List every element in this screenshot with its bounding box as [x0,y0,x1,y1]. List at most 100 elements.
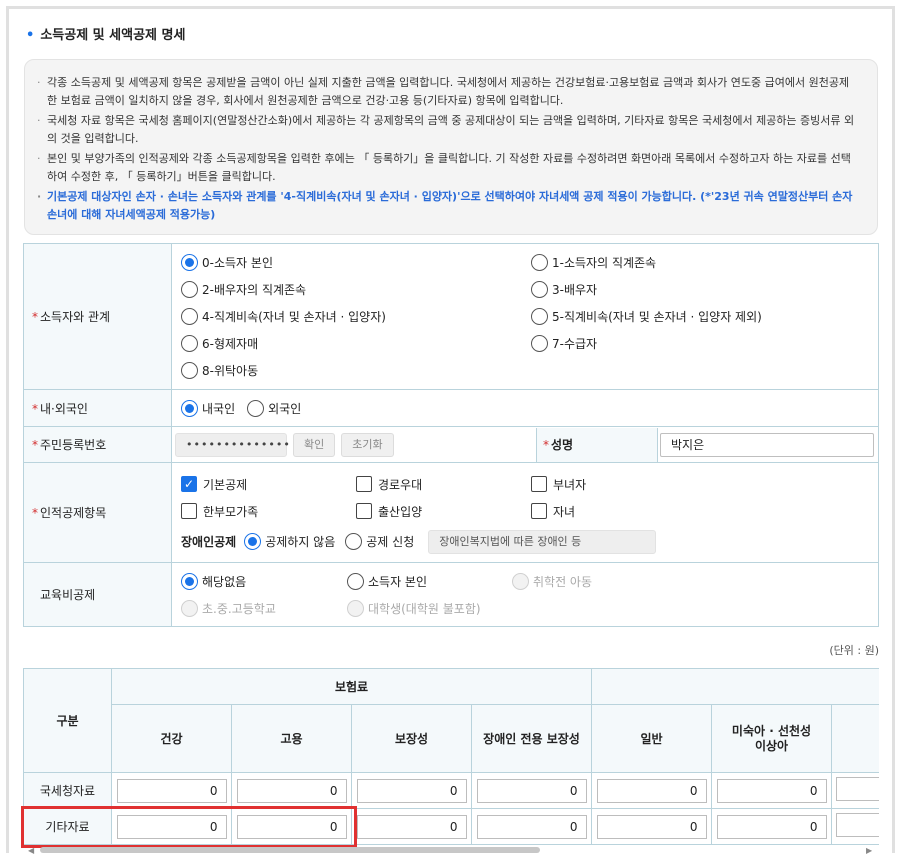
radio-icon [531,254,548,271]
notice-item: · 각종 소득공제 및 세액공제 항목은 공제받을 금액이 아닌 실제 지출한 금… [37,76,850,107]
checkbox-icon [356,476,372,492]
cell: 0 [711,808,832,845]
amount-input[interactable]: 0 [356,778,467,803]
check-senior[interactable]: 경로우대 [356,471,531,498]
edu-option-school: 초.중.고등학교 [181,595,347,622]
cell: 0 [111,772,232,809]
radio-icon [181,335,198,352]
radio-domestic[interactable]: 내국인 [181,395,235,422]
radio-icon [345,533,363,550]
education-label: 교육비공제 [23,562,172,627]
highlight-box [21,806,357,848]
relation-option-5[interactable]: 5-직계비속(자녀 및 손자녀 · 입양자 제외) [531,303,861,330]
education-options: 해당없음 소득자 본인 취학전 아동 초.중.고등학교 대학생(대학원 불포함) [171,562,879,627]
deduction-form: * 소득자와 관계 0-소득자 본인 1-소득자의 직계존속 2-배우자의 직계존… [23,243,879,627]
amount-input[interactable]: 0 [356,814,467,839]
relation-options: 0-소득자 본인 1-소득자의 직계존속 2-배우자의 직계존속 3-배우자 4… [171,243,879,390]
col-disabled-protection: 장애인 전용 보장성 [471,704,592,773]
relation-option-6[interactable]: 6-형제자매 [181,330,531,357]
group-insurance: 보험료 [111,668,592,705]
rrn-label: * 주민등록번호 [23,426,172,463]
amount-input[interactable] [836,777,879,801]
checkmark-icon: ✓ [181,476,197,492]
personal-options: ✓ 기본공제 경로우대 부녀자 한부모가족 출산입양 자녀 장애인공제 공제하지 … [171,462,879,563]
radio-disabled-none[interactable]: 공제하지 않음 [244,528,335,555]
scroll-left-icon[interactable]: ◀ [28,846,34,855]
bullet-icon: · [37,114,41,127]
col-health: 건강 [111,704,232,773]
check-basic[interactable]: ✓ 기본공제 [181,471,356,498]
cell: 0 [471,772,592,809]
disabled-type-select[interactable]: 장애인복지법에 따른 장애인 등 [428,529,657,554]
radio-icon [181,572,198,590]
personal-label: * 인적공제항목 [23,462,172,563]
checkbox-icon [531,503,547,519]
check-birth-adoption[interactable]: 출산입양 [356,498,531,525]
edu-option-none[interactable]: 해당없음 [181,568,347,595]
unit-label: (단위 : 원) [829,644,879,657]
amount-input[interactable]: 0 [236,778,347,803]
amount-input[interactable]: 0 [596,814,707,839]
amount-input[interactable]: 0 [476,778,587,803]
cell [831,772,879,809]
relation-label: * 소득자와 관계 [23,243,172,390]
cell: 0 [471,808,592,845]
amount-input[interactable]: 0 [596,778,707,803]
radio-icon [531,281,548,298]
relation-option-0[interactable]: 0-소득자 본인 [181,249,531,276]
row-header: 구분 [23,668,112,773]
radio-icon [181,281,198,298]
radio-icon [247,399,265,417]
check-woman[interactable]: 부녀자 [531,471,706,498]
cell: 0 [591,772,712,809]
cell: 0 [351,772,472,809]
name-input[interactable]: 박지은 [660,432,874,457]
relation-option-1[interactable]: 1-소득자의 직계존속 [531,249,861,276]
relation-option-8[interactable]: 8-위탁아동 [181,357,531,384]
radio-disabled-apply[interactable]: 공제 신청 [345,528,414,555]
check-child[interactable]: 자녀 [531,498,706,525]
cell: 0 [711,772,832,809]
section-title: • 소득공제 및 세액공제 명세 [26,28,186,43]
bullet-icon: · [37,76,41,89]
cell: 0 [351,808,472,845]
edu-option-self[interactable]: 소득자 본인 [347,568,512,595]
relation-option-7[interactable]: 7-수급자 [531,330,861,357]
col-employment: 고용 [231,704,352,773]
name-label: * 성명 [536,427,658,462]
edu-option-university: 대학생(대학원 불포함) [347,595,512,622]
radio-icon [244,533,262,550]
rrn-input[interactable]: •••••••••••••• [175,432,290,457]
amount-input[interactable]: 0 [476,814,587,839]
edu-option-preschool: 취학전 아동 [512,568,712,595]
check-single-parent[interactable]: 한부모가족 [181,498,356,525]
relation-option-2[interactable]: 2-배우자의 직계존속 [181,276,531,303]
relation-option-3[interactable]: 3-배우자 [531,276,861,303]
horizontal-scrollbar[interactable] [40,847,540,853]
reset-button[interactable]: 초기화 [341,432,394,457]
cell: 0 [231,772,352,809]
radio-icon [181,599,198,617]
col-general: 일반 [591,704,712,773]
nationality-options: 내국인 외국인 [171,389,879,427]
relation-option-4[interactable]: 4-직계비속(자녀 및 손자녀 · 입양자) [181,303,531,330]
notice-box: · 각종 소득공제 및 세액공제 항목은 공제받을 금액이 아닌 실제 지출한 금… [24,59,878,235]
radio-icon [181,362,198,379]
cell: 0 [591,808,712,845]
checkbox-icon [181,503,197,519]
radio-icon [512,572,529,590]
amount-input[interactable]: 0 [116,778,227,803]
amount-input[interactable]: 0 [716,814,827,839]
col-premature: 미숙아 · 선천성 이상아 [711,704,832,773]
confirm-button[interactable]: 확인 [293,432,336,457]
radio-icon [531,308,548,325]
col-next [831,704,879,773]
checkbox-icon [531,476,547,492]
row-nts: 국세청자료 [23,772,112,809]
amount-input[interactable]: 0 [716,778,827,803]
disabled-deduction-label: 장애인공제 [181,535,237,549]
scroll-right-icon[interactable]: ▶ [866,846,872,855]
radio-icon [347,599,364,617]
radio-foreign[interactable]: 외국인 [247,395,301,422]
amount-input[interactable] [836,813,879,837]
